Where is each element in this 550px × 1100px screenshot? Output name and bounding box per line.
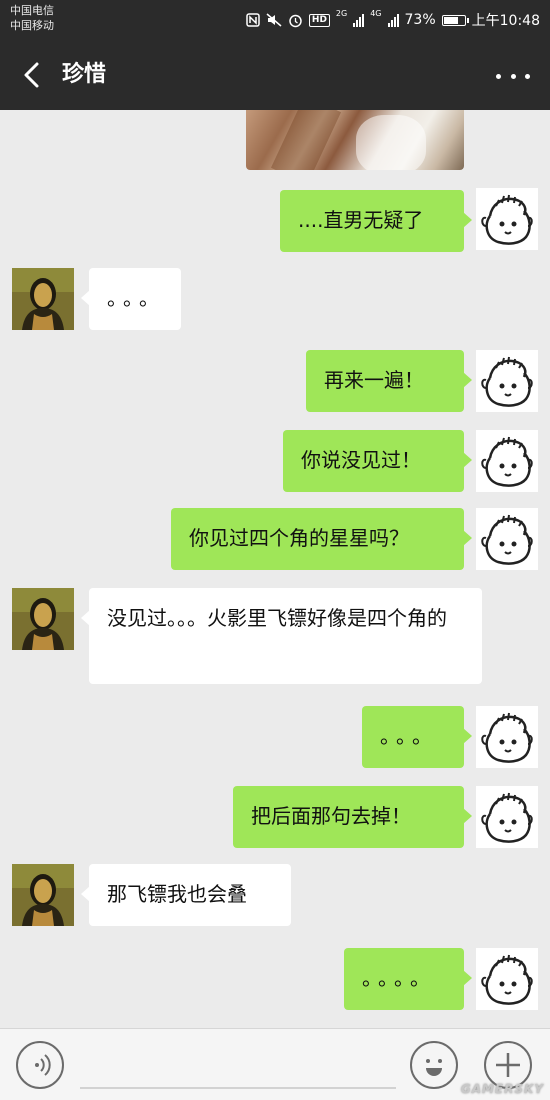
input-bar: GAMERSKY	[0, 1028, 550, 1100]
my-avatar[interactable]	[476, 786, 538, 848]
sent-message-bubble[interactable]: 。。。。	[344, 948, 472, 1010]
my-avatar[interactable]	[476, 948, 538, 1010]
plus-icon	[496, 1053, 520, 1077]
doodle-face-icon	[481, 194, 533, 245]
my-avatar[interactable]	[476, 350, 538, 412]
hd-icon: HD	[308, 13, 330, 27]
doodle-face-icon	[481, 792, 533, 843]
doodle-face-icon	[481, 954, 533, 1005]
portrait-avatar-icon	[12, 268, 74, 330]
received-message-bubble[interactable]: 没见过。。。火影里飞镖好像是四个角的	[81, 588, 482, 684]
doodle-face-icon	[481, 514, 533, 565]
sent-message-bubble[interactable]: 再来一遍！	[306, 350, 472, 412]
doodle-face-icon	[481, 356, 533, 407]
clock: 上午10:48	[471, 13, 540, 29]
received-message-bubble[interactable]: 。。。	[81, 268, 181, 330]
status-bar: 中国电信 中国移动 HD 2G 4G 73% 上午10:48	[0, 0, 550, 40]
my-avatar[interactable]	[476, 188, 538, 250]
status-icons: HD 2G 4G 73% 上午10:48	[246, 9, 540, 31]
more-dot	[510, 73, 516, 79]
mute-icon	[266, 13, 282, 27]
watermark: GAMERSKY	[460, 1082, 544, 1096]
my-avatar[interactable]	[476, 706, 538, 768]
contact-avatar[interactable]	[12, 268, 74, 330]
contact-avatar[interactable]	[12, 588, 74, 650]
network-4g-label: 4G	[370, 9, 382, 18]
signal-1-icon	[353, 13, 365, 27]
network-2g-label: 2G	[335, 9, 348, 18]
chat-messages[interactable]: ....直男无疑了。。。 再来一遍！ 你说没见过！ 你见过四个角的星星吗？ 没见过。。。…	[0, 110, 550, 1028]
sent-message-bubble[interactable]: 你说没见过！	[283, 430, 472, 492]
emoji-button[interactable]	[410, 1041, 458, 1089]
sent-message-bubble[interactable]: 你见过四个角的星星吗？	[171, 508, 472, 570]
more-button[interactable]	[496, 62, 530, 90]
battery-percent: 73%	[404, 12, 436, 28]
alarm-icon	[288, 13, 303, 28]
my-avatar[interactable]	[476, 430, 538, 492]
sent-message-bubble[interactable]: 把后面那句去掉！	[233, 786, 472, 848]
doodle-face-icon	[481, 436, 533, 487]
chat-title: 珍惜	[62, 62, 107, 87]
message-input[interactable]	[80, 1041, 396, 1089]
battery-fill	[443, 16, 458, 24]
chat-header: 珍惜	[0, 40, 550, 110]
more-dot	[525, 73, 530, 79]
carrier-2: 中国移动	[10, 19, 54, 32]
sent-message-bubble[interactable]: 。。。	[362, 706, 472, 768]
battery-icon	[441, 14, 469, 26]
signal-2-icon	[387, 13, 399, 27]
carrier-1: 中国电信	[10, 4, 54, 17]
voice-button[interactable]	[16, 1041, 64, 1089]
my-avatar[interactable]	[476, 508, 538, 570]
back-button[interactable]	[16, 58, 50, 92]
more-dot	[496, 73, 501, 79]
carrier-info: 中国电信 中国移动	[10, 3, 54, 33]
chevron-left-icon	[24, 62, 39, 88]
contact-avatar[interactable]	[12, 864, 74, 926]
portrait-avatar-icon	[12, 588, 74, 650]
voice-icon	[35, 1054, 51, 1076]
nfc-icon	[246, 13, 260, 27]
emoji-icon	[426, 1059, 442, 1076]
shared-photo[interactable]	[246, 110, 464, 170]
doodle-face-icon	[481, 712, 533, 763]
sent-message-bubble[interactable]: ....直男无疑了	[280, 190, 472, 252]
portrait-avatar-icon	[12, 864, 74, 926]
received-message-bubble[interactable]: 那飞镖我也会叠	[81, 864, 291, 926]
